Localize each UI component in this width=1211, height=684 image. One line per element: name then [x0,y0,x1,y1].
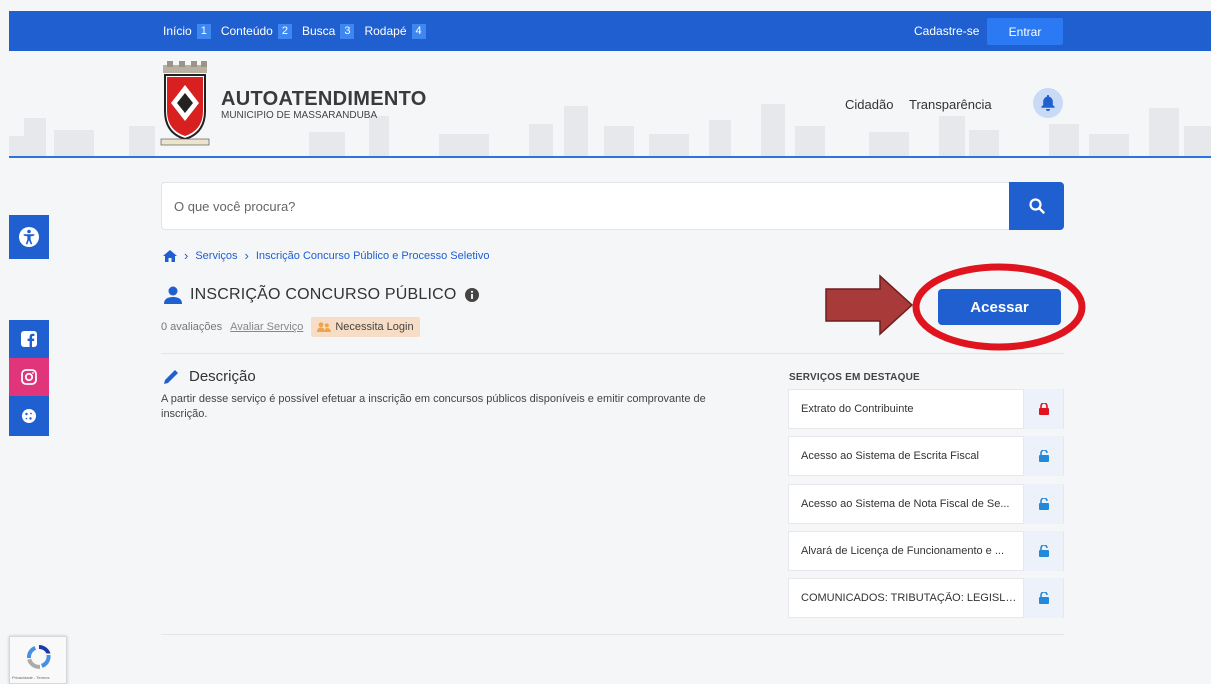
skip-link-label: Busca [301,24,336,38]
unlock-icon [1038,545,1049,557]
section-divider [161,353,1064,354]
skip-link-busca[interactable]: Busca 3 [301,23,355,39]
service-title-row: INSCRIÇÃO CONCURSO PÚBLICO [164,286,479,304]
skip-link-conteudo[interactable]: Conteúdo 2 [220,23,292,39]
lock-status [1023,436,1063,476]
recaptcha-badge[interactable]: Privacidade - Termos [9,636,67,684]
login-button[interactable]: Entrar [987,18,1063,45]
badge-label: Necessita Login [335,321,414,333]
breadcrumb-servicos[interactable]: Serviços [195,250,237,262]
skip-link-rodape[interactable]: Rodapé 4 [364,23,426,39]
skip-link-inicio[interactable]: Início 1 [163,23,211,39]
recaptcha-text: Privacidade - Termos [12,675,50,680]
featured-service-label: Alvará de Licença de Funcionamento e ... [801,545,1005,557]
skip-link-number: 1 [196,23,211,39]
featured-service-item[interactable]: Extrato do Contribuinte [788,389,1064,429]
access-button[interactable]: Acessar [938,289,1061,325]
search-button[interactable] [1009,182,1064,230]
pencil-icon [164,369,178,384]
brand-subtitle: MUNICIPIO DE MASSARANDUBA [221,110,378,121]
cookie-button[interactable] [9,396,49,436]
red-arrow-annotation [825,274,914,336]
facebook-button[interactable] [9,320,49,358]
service-meta: 0 avaliações Avaliar Serviço Necessita L… [161,317,420,337]
featured-service-label: COMUNICADOS: TRIBUTAÇÃO: LEGISLA... [801,592,1022,604]
login-required-badge: Necessita Login [311,317,420,337]
unlock-icon [1038,498,1049,510]
chevron-right-icon: › [244,248,249,263]
nav-cidadao[interactable]: Cidadão [845,97,893,112]
unlock-icon [1038,450,1049,462]
featured-service-item[interactable]: Acesso ao Sistema de Escrita Fiscal [788,436,1064,476]
facebook-icon [21,331,37,347]
top-accessibility-bar: Início 1 Conteúdo 2 Busca 3 Rodapé 4 Cadastr… [9,11,1211,51]
page-title: INSCRIÇÃO CONCURSO PÚBLICO [190,286,457,303]
municipality-crest-logo [160,61,210,146]
unlock-icon [1038,592,1049,604]
featured-service-item[interactable]: COMUNICADOS: TRIBUTAÇÃO: LEGISLA... [788,578,1064,618]
accessibility-button[interactable] [9,215,49,259]
featured-services-heading: SERVIÇOS EM DESTAQUE [789,372,920,383]
skip-link-label: Rodapé [364,24,407,38]
instagram-icon [21,369,37,385]
search-icon [1028,198,1045,214]
skip-link-number: 2 [277,23,292,39]
cookie-icon [22,409,36,423]
notifications-button[interactable] [1033,88,1063,118]
nav-transparencia[interactable]: Transparência [909,97,992,112]
search-bar [161,182,1064,230]
site-header: AUTOATENDIMENTO MUNICIPIO DE MASSARANDUB… [9,51,1211,158]
featured-service-label: Acesso ao Sistema de Escrita Fiscal [801,450,979,462]
description-heading: Descrição [163,368,256,385]
lock-icon [1038,403,1049,415]
skip-link-number: 4 [411,23,426,39]
home-icon[interactable] [163,249,177,262]
instagram-button[interactable] [9,358,49,396]
featured-service-label: Acesso ao Sistema de Nota Fiscal de Se..… [801,498,1010,510]
users-icon [317,322,332,332]
breadcrumb-current[interactable]: Inscrição Concurso Público e Processo Se… [256,250,490,262]
rate-service-link[interactable]: Avaliar Serviço [230,321,303,333]
lock-status [1023,484,1063,524]
featured-service-item[interactable]: Alvará de Licença de Funcionamento e ... [788,531,1064,571]
featured-service-label: Extrato do Contribuinte [801,403,914,415]
search-input[interactable] [174,183,994,229]
featured-service-item[interactable]: Acesso ao Sistema de Nota Fiscal de Se..… [788,484,1064,524]
description-title: Descrição [189,368,256,385]
register-link[interactable]: Cadastre-se [914,24,979,38]
ratings-count: 0 avaliações [161,321,223,333]
lock-status [1023,389,1063,429]
skip-link-number: 3 [340,23,355,39]
info-icon[interactable] [464,288,479,302]
description-text: A partir desse serviço é possível efetua… [161,393,706,420]
breadcrumb: › Serviços › Inscrição Concurso Público … [163,248,489,263]
brand-title: AUTOATENDIMENTO [221,88,427,110]
accessibility-icon [19,227,39,247]
skip-link-label: Conteúdo [220,24,273,38]
user-icon [164,286,182,304]
lock-status [1023,531,1063,571]
chevron-right-icon: › [184,248,189,263]
skip-links: Início 1 Conteúdo 2 Busca 3 Rodapé 4 [163,11,426,51]
bell-icon [1041,95,1055,111]
skip-link-label: Início [163,24,192,38]
recaptcha-logo-icon [26,645,51,669]
lock-status [1023,578,1063,618]
section-divider [161,634,1064,635]
